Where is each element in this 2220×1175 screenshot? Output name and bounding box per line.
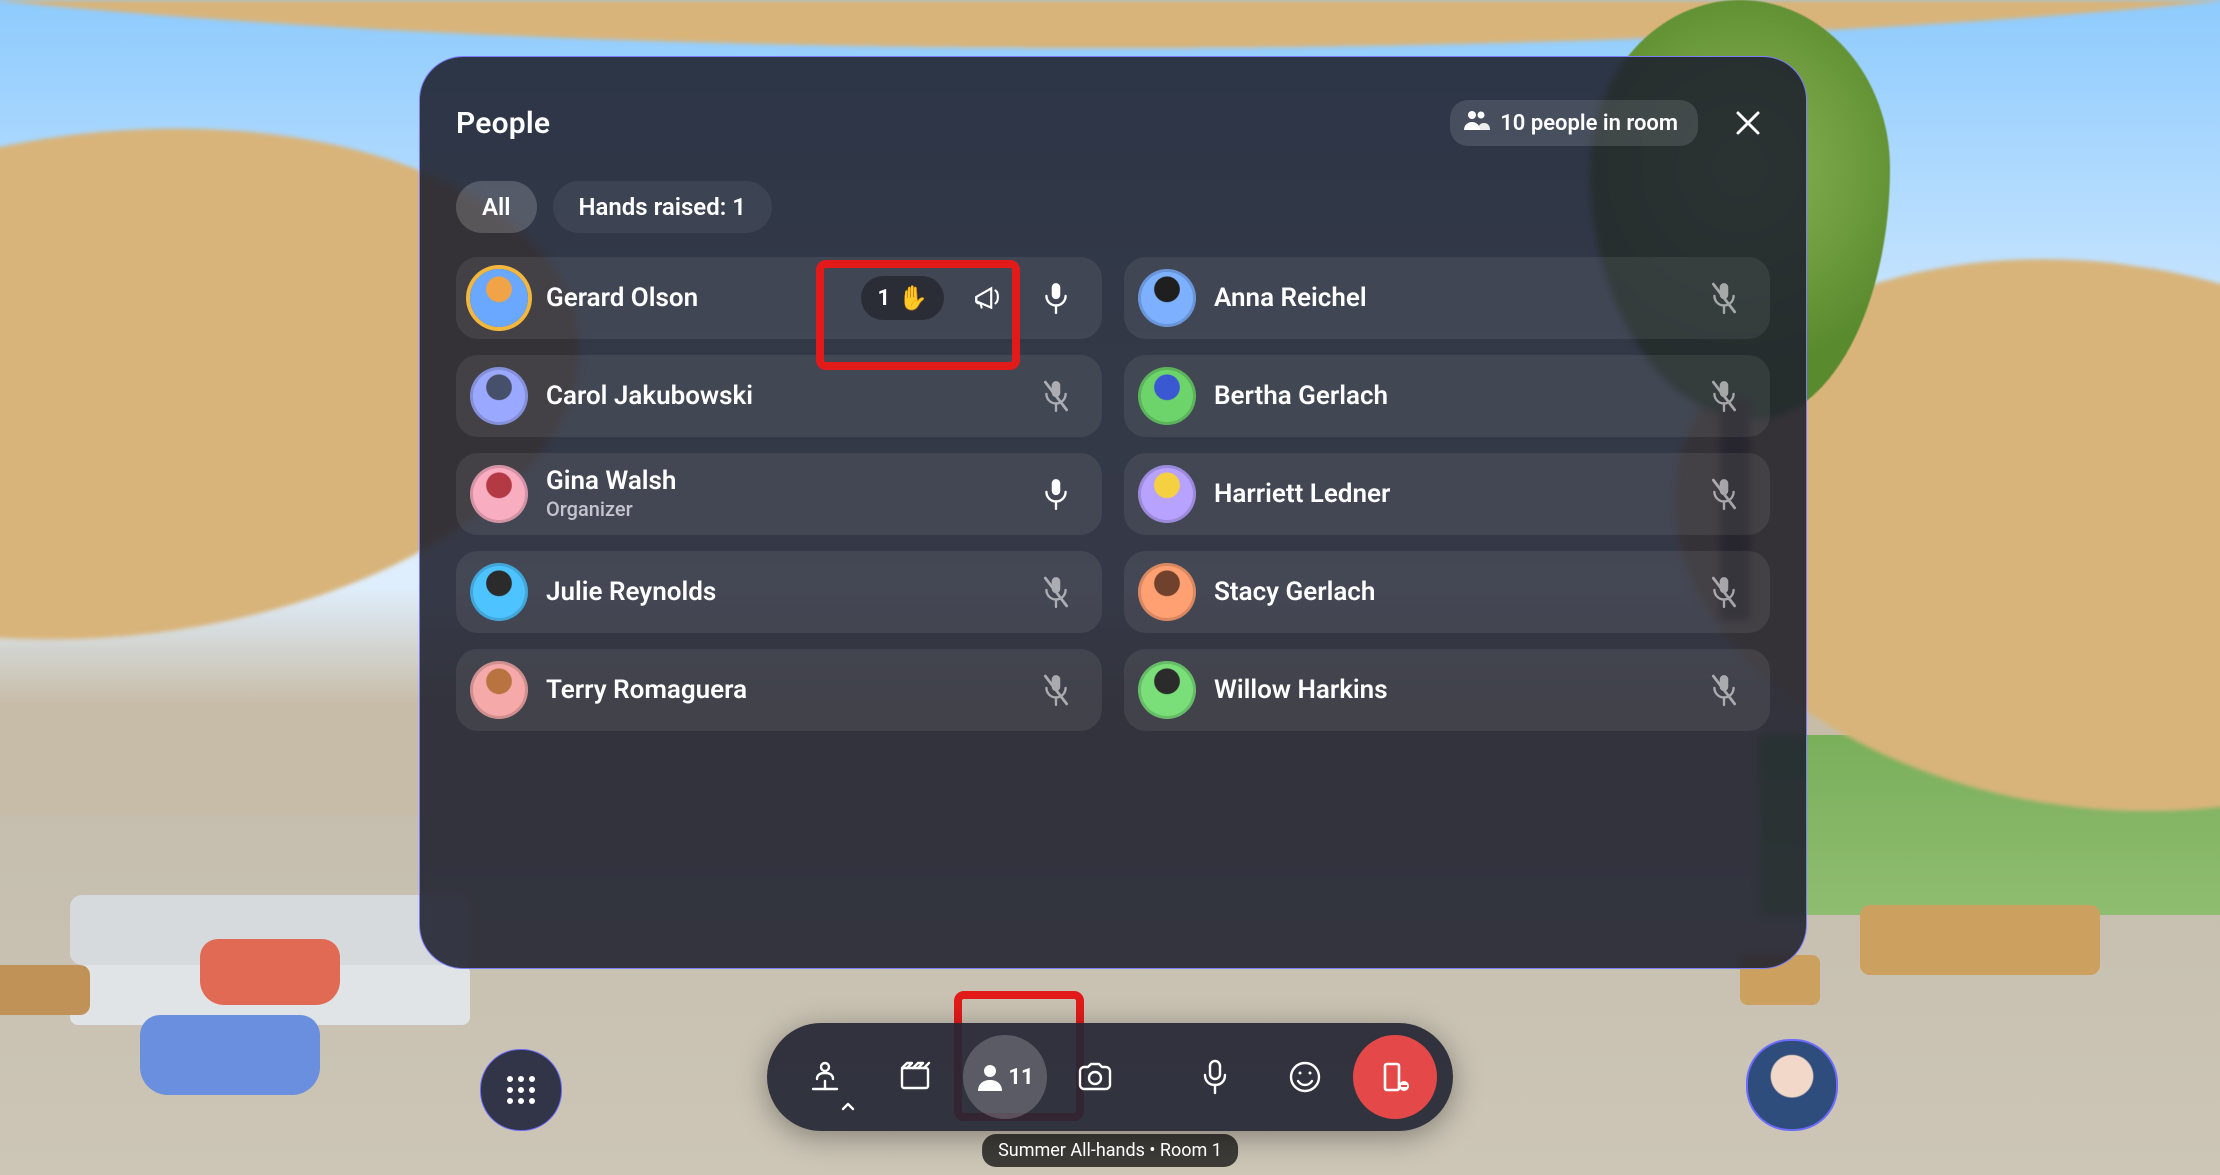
- exit-icon: [1378, 1060, 1412, 1094]
- participant-row[interactable]: Julie Reynolds: [456, 551, 1102, 633]
- tab-all-label: All: [482, 193, 511, 221]
- avatar: [1138, 563, 1196, 621]
- row-actions: [1032, 372, 1080, 420]
- row-actions: [1700, 568, 1748, 616]
- name-column: Terry Romaguera: [546, 676, 1014, 705]
- mic-on-icon[interactable]: [1032, 274, 1080, 322]
- hand-raised-order: 1✋: [861, 276, 944, 320]
- scene-button[interactable]: [873, 1035, 957, 1119]
- mic-muted-icon[interactable]: [1032, 372, 1080, 420]
- mic-muted-icon[interactable]: [1700, 372, 1748, 420]
- name-column: Julie Reynolds: [546, 578, 1014, 607]
- mic-muted-icon[interactable]: [1032, 666, 1080, 714]
- name-column: Gerard Olson: [546, 284, 843, 313]
- name-column: Anna Reichel: [1214, 284, 1682, 313]
- participant-row[interactable]: Terry Romaguera: [456, 649, 1102, 731]
- microphone-button[interactable]: [1173, 1035, 1257, 1119]
- row-actions: [1032, 470, 1080, 518]
- row-actions: [1032, 568, 1080, 616]
- participant-name: Bertha Gerlach: [1214, 382, 1682, 411]
- mic-muted-icon[interactable]: [1700, 274, 1748, 322]
- participant-name: Carol Jakubowski: [546, 382, 1014, 411]
- participant-name: Terry Romaguera: [546, 676, 1014, 705]
- participant-name: Willow Harkins: [1214, 676, 1682, 705]
- mic-muted-icon[interactable]: [1032, 568, 1080, 616]
- name-column: Harriett Ledner: [1214, 480, 1682, 509]
- name-column: Bertha Gerlach: [1214, 382, 1682, 411]
- main-toolbar: 11: [767, 1023, 1453, 1131]
- exit-button[interactable]: [1353, 1035, 1437, 1119]
- tab-hands-raised[interactable]: Hands raised: 1: [553, 181, 772, 233]
- row-actions: 1✋: [861, 274, 1080, 322]
- participant-name: Stacy Gerlach: [1214, 578, 1682, 607]
- room-count-badge[interactable]: 10 people in room: [1450, 100, 1698, 146]
- name-column: Willow Harkins: [1214, 676, 1682, 705]
- participant-name: Gina Walsh: [546, 467, 1014, 496]
- row-actions: [1700, 372, 1748, 420]
- participant-name: Anna Reichel: [1214, 284, 1682, 313]
- participant-name: Harriett Ledner: [1214, 480, 1682, 509]
- avatar: [470, 269, 528, 327]
- row-actions: [1700, 470, 1748, 518]
- row-actions: [1700, 274, 1748, 322]
- people-panel: People 10 people in room All: [419, 56, 1807, 969]
- move-mode-button[interactable]: [783, 1035, 867, 1119]
- avatar: [1138, 269, 1196, 327]
- participant-row[interactable]: Anna Reichel: [1124, 257, 1770, 339]
- avatar: [1138, 465, 1196, 523]
- avatar: [1138, 661, 1196, 719]
- hand-order-number: 1: [877, 286, 890, 311]
- participant-row[interactable]: Harriett Ledner: [1124, 453, 1770, 535]
- avatar: [470, 367, 528, 425]
- people-button[interactable]: 11: [963, 1035, 1047, 1119]
- participant-row[interactable]: Gerard Olson1✋: [456, 257, 1102, 339]
- participant-row[interactable]: Willow Harkins: [1124, 649, 1770, 731]
- filter-tabs: All Hands raised: 1: [456, 181, 1770, 233]
- room-count-text: 10 people in room: [1500, 111, 1678, 136]
- panel-title: People: [456, 106, 550, 141]
- participant-name: Gerard Olson: [546, 284, 843, 313]
- mic-muted-icon[interactable]: [1700, 568, 1748, 616]
- name-column: Carol Jakubowski: [546, 382, 1014, 411]
- avatar: [470, 465, 528, 523]
- close-button[interactable]: [1726, 101, 1770, 145]
- raised-hand-icon: ✋: [898, 284, 928, 312]
- tab-hands-raised-label: Hands raised: 1: [579, 193, 746, 221]
- megaphone-button[interactable]: [964, 274, 1012, 322]
- chevron-up-icon: [841, 1101, 855, 1111]
- camera-button[interactable]: [1053, 1035, 1137, 1119]
- emoji-button[interactable]: [1263, 1035, 1347, 1119]
- mic-on-icon[interactable]: [1032, 470, 1080, 518]
- participant-row[interactable]: Carol Jakubowski: [456, 355, 1102, 437]
- room-label: Summer All-hands • Room 1: [982, 1134, 1238, 1167]
- tab-all[interactable]: All: [456, 181, 537, 233]
- avatar: [470, 563, 528, 621]
- person-icon: [976, 1063, 1004, 1091]
- app-launcher-button[interactable]: [480, 1049, 562, 1131]
- participant-row[interactable]: Gina WalshOrganizer: [456, 453, 1102, 535]
- self-avatar[interactable]: [1746, 1039, 1838, 1131]
- mic-muted-icon[interactable]: [1700, 470, 1748, 518]
- name-column: Gina WalshOrganizer: [546, 467, 1014, 522]
- participant-row[interactable]: Bertha Gerlach: [1124, 355, 1770, 437]
- participant-subtitle: Organizer: [546, 497, 1014, 521]
- avatar: [470, 661, 528, 719]
- participant-name: Julie Reynolds: [546, 578, 1014, 607]
- avatar: [1138, 367, 1196, 425]
- people-grid: Gerard Olson1✋Anna ReichelCarol Jakubows…: [456, 257, 1770, 731]
- mic-muted-icon[interactable]: [1700, 666, 1748, 714]
- row-actions: [1700, 666, 1748, 714]
- people-count: 11: [1008, 1065, 1033, 1090]
- participant-row[interactable]: Stacy Gerlach: [1124, 551, 1770, 633]
- name-column: Stacy Gerlach: [1214, 578, 1682, 607]
- panel-header: People 10 people in room: [456, 93, 1770, 153]
- row-actions: [1032, 666, 1080, 714]
- group-icon: [1464, 110, 1490, 136]
